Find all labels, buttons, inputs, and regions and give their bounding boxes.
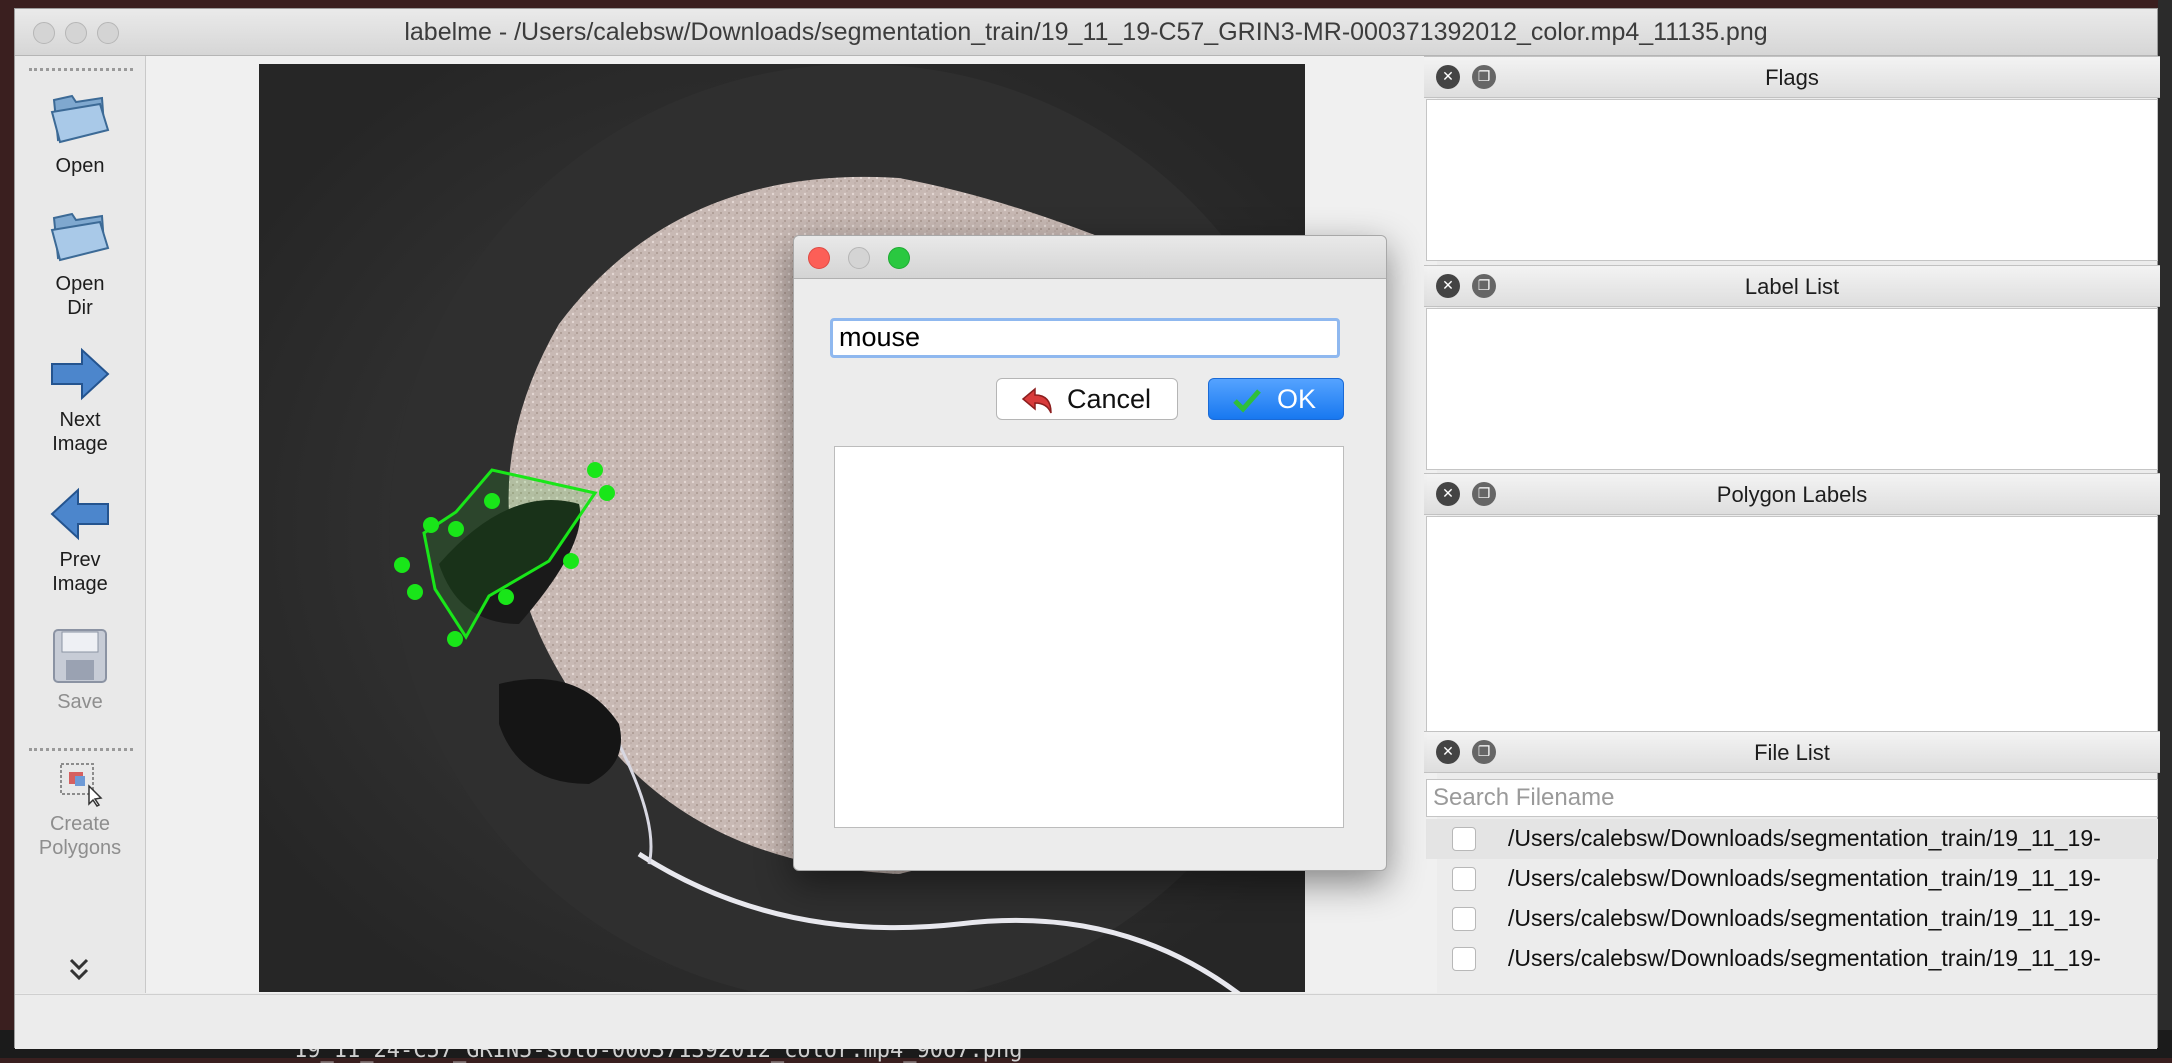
tools-toolbar: Open Open Dir Next Image Prev Image Save… [15,56,146,993]
file-checkbox[interactable] [1452,827,1476,851]
arrow-right-icon [51,347,110,401]
file-list-item[interactable]: /Users/calebsw/Downloads/segmentation_tr… [1426,899,2158,939]
next-image-label-2: Image [52,433,108,455]
search-filename-input[interactable]: Search Filename [1426,779,2158,817]
cancel-label: Cancel [1067,384,1152,414]
window-titlebar: labelme - /Users/calebsw/Downloads/segme… [15,9,2157,56]
create-polygons-label-1: Create [49,813,111,835]
file-checkbox[interactable] [1452,867,1476,891]
undo-arrow-icon [1021,387,1052,414]
dialog-zoom-button[interactable] [888,247,910,269]
prev-image-label-1: Prev [59,549,101,571]
save-button[interactable]: Save [15,626,145,714]
create-polygons-label-2: Polygons [38,837,122,859]
file-list-dock-header: ✕ ❐ File List [1424,731,2160,773]
arrow-left-icon [50,487,109,541]
label-list-dock-header: ✕ ❐ Label List [1424,265,2160,307]
create-polygons-button[interactable]: Create Polygons [15,760,145,860]
status-bar [15,994,2157,1049]
polygon-labels-dock-header: ✕ ❐ Polygon Labels [1424,473,2160,515]
label-suggestions-list[interactable] [834,446,1344,828]
open-dir-label-1: Open [55,273,105,295]
desktop-edge [2158,0,2172,1030]
ok-button[interactable]: OK [1208,378,1344,420]
file-list-dock-title: File List [1754,740,1830,765]
open-button[interactable]: Open [15,86,145,178]
next-image-label-1: Next [59,409,101,431]
create-polygon-icon [60,763,103,807]
ok-label: OK [1277,384,1317,414]
toolbar-separator [29,748,133,751]
prev-image-button[interactable]: Prev Image [15,484,145,596]
label-dialog: mouse Cancel OK [793,235,1387,871]
file-checkbox[interactable] [1452,947,1476,971]
file-list-item[interactable]: /Users/calebsw/Downloads/segmentation_tr… [1426,939,2158,979]
file-path: /Users/calebsw/Downloads/segmentation_tr… [1508,905,2101,931]
dialog-minimize-button[interactable] [848,247,870,269]
flags-dock-title: Flags [1765,65,1819,90]
label-name-input[interactable]: mouse [830,318,1340,358]
file-list-item[interactable]: /Users/calebsw/Downloads/segmentation_tr… [1426,859,2158,899]
labelme-window: labelme - /Users/calebsw/Downloads/segme… [14,8,2160,1049]
file-path: /Users/calebsw/Downloads/segmentation_tr… [1508,825,2101,851]
prev-image-label-2: Image [52,573,108,595]
folder-open-icon [50,212,110,262]
next-image-button[interactable]: Next Image [15,344,145,456]
flags-list[interactable] [1426,99,2158,261]
polygon-labels-list[interactable] [1426,516,2158,732]
file-list-item[interactable]: /Users/calebsw/Downloads/segmentation_tr… [1426,819,2158,859]
folder-open-icon [50,94,110,144]
toolbar-overflow-icon[interactable] [67,956,91,984]
toolbar-grip[interactable] [29,68,133,71]
save-label: Save [57,691,103,713]
window-title: labelme - /Users/calebsw/Downloads/segme… [404,18,1768,46]
floppy-disk-icon [53,629,107,683]
label-list[interactable] [1426,308,2158,470]
dialog-titlebar [794,236,1386,279]
open-dir-button[interactable]: Open Dir [15,204,145,320]
polygon-labels-dock-title: Polygon Labels [1716,482,1868,507]
dialog-close-button[interactable] [808,247,830,269]
cancel-button[interactable]: Cancel [996,378,1178,420]
flags-dock-header: ✕ ❐ Flags [1424,56,2160,98]
file-path: /Users/calebsw/Downloads/segmentation_tr… [1508,865,2101,891]
open-label: Open [55,155,105,177]
label-list-dock-title: Label List [1744,274,1840,299]
open-dir-label-2: Dir [67,297,93,319]
file-checkbox[interactable] [1452,907,1476,931]
file-path: /Users/calebsw/Downloads/segmentation_tr… [1508,945,2101,971]
checkmark-icon [1233,389,1261,413]
